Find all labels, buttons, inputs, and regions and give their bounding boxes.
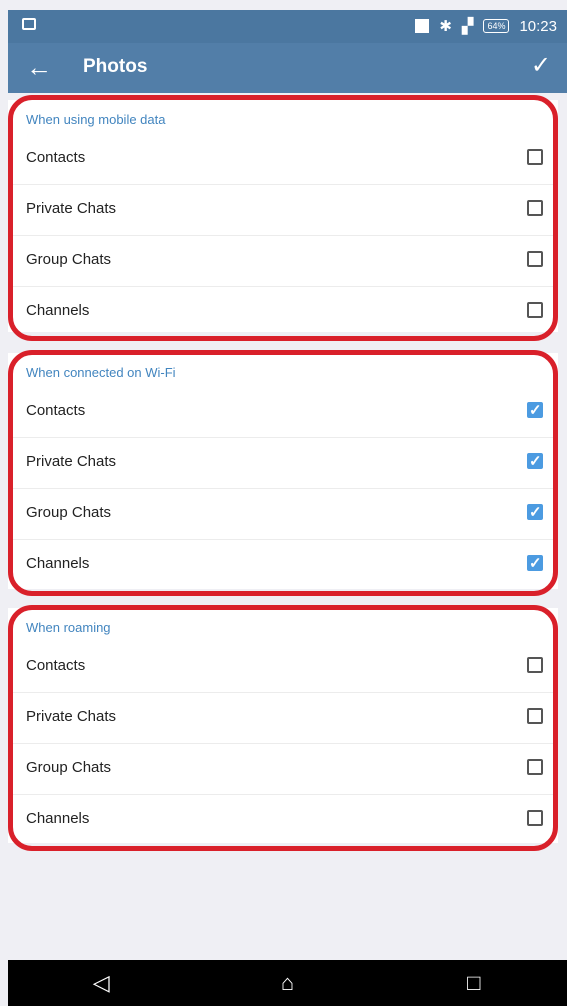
wifi-icon	[415, 19, 430, 33]
setting-row-group-chats[interactable]: Group Chats	[8, 489, 558, 540]
setting-row-channels[interactable]: Channels	[8, 287, 558, 337]
recents-icon[interactable]: □	[454, 970, 494, 996]
setting-row-group-chats[interactable]: Group Chats	[8, 744, 558, 795]
section-wifi: When connected on Wi-Fi Contacts Private…	[8, 353, 558, 589]
setting-row-contacts[interactable]: Contacts	[8, 134, 558, 185]
battery-icon: 64%	[483, 19, 510, 33]
section-mobile-data: When using mobile data Contacts Private …	[8, 100, 558, 332]
row-label: Channels	[26, 302, 90, 319]
section-roaming: When roaming Contacts Private Chats Grou…	[8, 608, 558, 843]
row-label: Contacts	[26, 149, 86, 166]
setting-row-private-chats[interactable]: Private Chats	[8, 693, 558, 744]
checkbox[interactable]	[527, 452, 543, 470]
setting-row-channels[interactable]: Channels	[8, 540, 558, 590]
status-icons: ✱ ▞ 64% 10:23	[415, 17, 557, 35]
home-icon[interactable]: ⌂	[267, 970, 307, 996]
notification-icon	[22, 18, 36, 30]
checkbox[interactable]	[527, 657, 543, 673]
row-label: Contacts	[26, 402, 86, 419]
checkmark-icon[interactable]: ✓	[531, 51, 551, 80]
row-label: Group Chats	[26, 504, 112, 521]
checkbox[interactable]	[527, 810, 543, 826]
checkbox[interactable]	[527, 503, 543, 521]
checkbox[interactable]	[527, 759, 543, 775]
setting-row-contacts[interactable]: Contacts	[8, 642, 558, 693]
setting-row-group-chats[interactable]: Group Chats	[8, 236, 558, 287]
checkbox[interactable]	[527, 149, 543, 165]
setting-row-private-chats[interactable]: Private Chats	[8, 438, 558, 489]
checkbox[interactable]	[527, 708, 543, 724]
navigation-bar: ◁ ⌂ □	[8, 960, 567, 1006]
signal-icon: ▞	[461, 18, 474, 35]
back-triangle-icon[interactable]: ◁	[81, 970, 121, 996]
checkbox[interactable]	[527, 302, 543, 318]
row-label: Private Chats	[26, 453, 117, 470]
row-label: Private Chats	[26, 708, 117, 725]
setting-row-private-chats[interactable]: Private Chats	[8, 185, 558, 236]
app-bar: ← Photos ✓	[8, 43, 567, 93]
row-label: Group Chats	[26, 759, 112, 776]
bluetooth-icon: ✱	[439, 18, 452, 35]
setting-row-contacts[interactable]: Contacts	[8, 387, 558, 438]
row-label: Channels	[26, 555, 90, 572]
checkbox[interactable]	[527, 251, 543, 267]
row-label: Private Chats	[26, 200, 117, 217]
checkbox[interactable]	[527, 554, 543, 572]
clock: 10:23	[519, 17, 557, 35]
row-label: Contacts	[26, 657, 86, 674]
setting-row-channels[interactable]: Channels	[8, 795, 558, 845]
checkbox[interactable]	[527, 200, 543, 216]
row-label: Group Chats	[26, 251, 112, 268]
page-title: Photos	[83, 56, 148, 77]
section-header: When connected on Wi-Fi	[26, 365, 176, 380]
section-header: When using mobile data	[26, 112, 166, 127]
status-bar: ✱ ▞ 64% 10:23	[8, 10, 567, 43]
row-label: Channels	[26, 810, 90, 827]
arrow-back-icon[interactable]: ←	[26, 53, 52, 81]
checkbox[interactable]	[527, 401, 543, 419]
section-header: When roaming	[26, 620, 111, 635]
